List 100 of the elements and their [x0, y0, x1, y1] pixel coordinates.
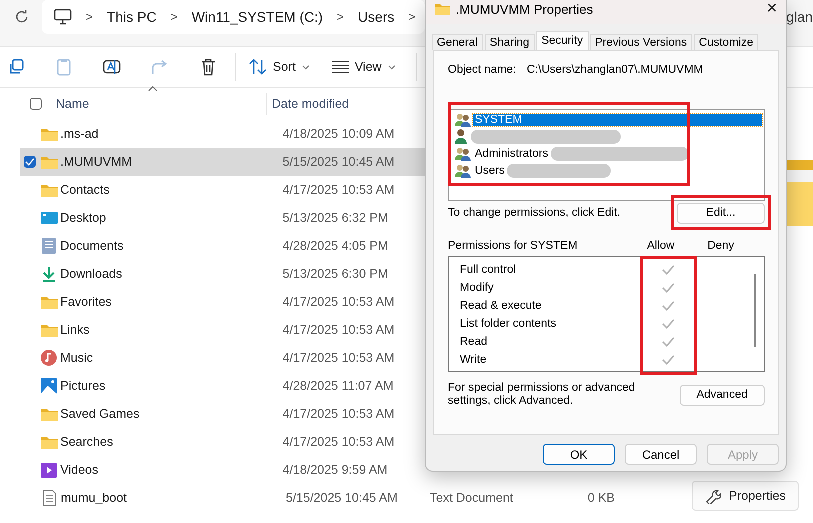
view-button[interactable]: View [326, 56, 401, 78]
desktop-icon [40, 211, 58, 225]
properties-button[interactable]: Properties [692, 481, 799, 511]
close-button[interactable]: ✕ [766, 1, 786, 17]
object-path: C:\Users\zhanglan07\.MUMUVMM [527, 64, 704, 77]
folder-icon [40, 323, 58, 337]
dialog-tab[interactable]: Previous Versions [590, 34, 692, 50]
column-header: Allow [646, 240, 676, 254]
rename-icon[interactable] [103, 59, 121, 75]
edit-button[interactable]: Edit... [677, 202, 765, 224]
chevron-icon [388, 64, 396, 70]
advanced-button[interactable]: Advanced [680, 384, 765, 406]
scrollbar[interactable] [754, 274, 756, 347]
permission-name: Read & execute [460, 300, 543, 312]
file-name: Music [60, 351, 94, 365]
folder-icon [40, 407, 58, 421]
breadcrumb-separator[interactable]: > [170, 10, 178, 24]
file-row[interactable]: Videos 4/18/2025 9:59 AM [20, 456, 425, 484]
field-label: Object name: [448, 64, 518, 77]
file-row[interactable]: .MUMUVMM 5/15/2025 10:45 AM [20, 148, 425, 176]
permission-name: Full control [460, 264, 518, 276]
breadcrumb-item[interactable]: Users [358, 9, 395, 25]
breadcrumb-item[interactable]: glan [786, 9, 813, 25]
file-name: Links [60, 323, 91, 337]
file-row[interactable]: Documents 4/28/2025 4:05 PM [20, 232, 425, 260]
permission-name: Read [460, 336, 488, 348]
date-modified: 4/18/2025 10:09 AM [282, 127, 396, 141]
row-checkbox[interactable] [24, 156, 36, 168]
hint-text: For special permissions or advanced settings, click Advanced. [448, 382, 636, 408]
file-name: Desktop [60, 211, 108, 225]
breadcrumb-separator[interactable]: > [408, 10, 416, 24]
file-name: Contacts [60, 183, 111, 197]
document-icon [42, 238, 56, 254]
dialog-button[interactable]: Cancel [625, 444, 697, 465]
file-name: Favorites [60, 295, 113, 309]
date-modified: 5/13/2025 6:32 PM [282, 211, 390, 225]
file-name: Saved Games [60, 407, 141, 421]
permission-name: List folder contents [460, 318, 558, 330]
date-modified: 4/17/2025 10:53 AM [282, 407, 396, 421]
copy-icon[interactable] [8, 59, 24, 75]
file-name: mumu_boot [60, 491, 128, 505]
file-name: Downloads [60, 267, 124, 281]
file-row[interactable]: .ms-ad 4/18/2025 10:09 AM [20, 120, 425, 148]
date-modified: 5/15/2025 10:45 AM [282, 155, 396, 169]
date-modified: 5/15/2025 10:45 AM [286, 491, 399, 505]
breadcrumb-separator[interactable]: > [337, 10, 344, 24]
user-group-icon [455, 146, 471, 160]
dialog-tab[interactable]: Customize [694, 34, 758, 50]
folder-icon [435, 3, 450, 15]
folder-icon [40, 183, 58, 197]
video-icon [41, 462, 58, 478]
file-row[interactable]: Saved Games 4/17/2025 10:53 AM [20, 400, 425, 428]
dialog-tab[interactable]: Sharing [484, 34, 535, 50]
music-icon [41, 350, 58, 366]
chevron-icon [302, 64, 310, 70]
permission-name: Write [460, 354, 488, 366]
date-modified: 4/28/2025 11:07 AM [282, 379, 395, 393]
computer-icon[interactable] [54, 9, 72, 25]
date-modified: 5/13/2025 6:30 PM [282, 267, 390, 281]
select-all-checkbox[interactable] [30, 98, 42, 110]
view-icon [332, 61, 349, 73]
sort-button[interactable]: Sort [244, 55, 315, 79]
file-name: Searches [60, 435, 114, 449]
dialog-title: .MUMUVMM Properties [456, 2, 594, 16]
breadcrumb-separator[interactable]: > [86, 10, 94, 24]
text-file-icon [43, 490, 56, 506]
file-size: 0 KB [586, 491, 615, 505]
file-row[interactable]: Pictures 4/28/2025 11:07 AM [20, 372, 425, 400]
breadcrumb-item[interactable]: This PC [107, 9, 157, 25]
dialog-tab[interactable]: Security [536, 31, 590, 50]
file-row[interactable]: mumu_boot 5/15/2025 10:45 AM Text Document 0 KB [20, 484, 620, 512]
file-row[interactable]: Searches 4/17/2025 10:53 AM [20, 428, 425, 456]
dialog-tab[interactable]: General [432, 34, 483, 50]
refresh-icon[interactable] [14, 9, 30, 25]
breadcrumb-item[interactable]: Win11_SYSTEM (C:) [192, 9, 324, 25]
dialog-button[interactable]: OK [543, 444, 615, 465]
file-row[interactable]: Desktop 5/13/2025 6:32 PM [20, 204, 425, 232]
file-name: Documents [60, 239, 125, 253]
file-row[interactable]: Contacts 4/17/2025 10:53 AM [20, 176, 425, 204]
folder-icon [40, 155, 58, 169]
file-type: Text Document [430, 491, 514, 505]
file-row[interactable]: Downloads 5/13/2025 6:30 PM [20, 260, 425, 288]
date-modified: 4/17/2025 10:53 AM [282, 323, 396, 337]
download-icon [41, 266, 58, 282]
address-bar[interactable]: > This PC > Win11_SYSTEM (C:) > Users > [42, 0, 425, 34]
file-row[interactable]: Links 4/17/2025 10:53 AM [20, 316, 425, 344]
user-list-item[interactable]: Administrators [451, 145, 688, 162]
date-modified: 4/17/2025 10:53 AM [282, 183, 396, 197]
date-modified: 4/17/2025 10:53 AM [282, 295, 396, 309]
hint-text: To change permissions, click Edit. [448, 207, 621, 219]
delete-icon[interactable] [200, 58, 216, 76]
file-row[interactable]: Favorites 4/17/2025 10:53 AM [20, 288, 425, 316]
date-modified: 4/28/2025 4:05 PM [282, 239, 390, 253]
folder-icon [40, 127, 58, 141]
date-modified: 4/17/2025 10:53 AM [282, 351, 396, 365]
file-row[interactable]: Music 4/17/2025 10:53 AM [20, 344, 425, 372]
date-modified: 4/18/2025 9:59 AM [282, 463, 389, 477]
column-header[interactable]: Date modified [272, 97, 350, 111]
date-modified: 4/17/2025 10:53 AM [282, 435, 396, 449]
column-header[interactable]: Name [56, 97, 266, 111]
